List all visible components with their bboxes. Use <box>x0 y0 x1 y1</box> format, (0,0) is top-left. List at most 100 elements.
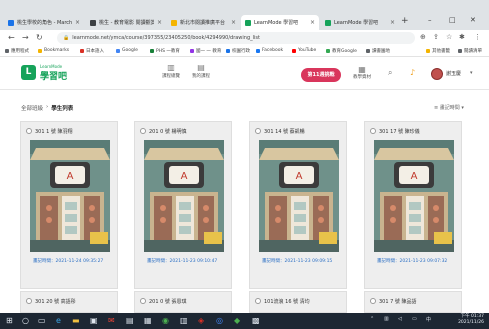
file-explorer-icon[interactable]: ▬ <box>72 316 80 325</box>
close-icon[interactable]: × <box>390 19 395 26</box>
browser-tab-3[interactable]: 新北市閱讀推廣平台 × <box>167 15 240 30</box>
bookmark-favicon-icon <box>226 49 230 53</box>
app-icon[interactable]: ◉ <box>162 316 169 325</box>
network-icon[interactable]: ▥ <box>384 316 389 322</box>
app-icon[interactable]: ▥ <box>180 316 188 325</box>
app-icon[interactable]: ▩ <box>252 316 260 325</box>
bookmark-item[interactable]: 讀書園地 <box>366 48 390 54</box>
book-icon: ▥ <box>167 63 175 72</box>
browser-tab-5[interactable]: LearnMode 學習吧 × <box>321 15 399 30</box>
drawing-thumbnail[interactable]: A <box>144 140 224 252</box>
user-name[interactable]: 謝玉慶 <box>446 70 461 77</box>
chrome-icon[interactable]: ◎ <box>216 316 223 325</box>
select-radio[interactable] <box>255 128 261 134</box>
student-name: 301 7 號 陳品語 <box>379 299 417 305</box>
bookmark-item[interactable]: 其他書籤 <box>426 48 450 54</box>
volume-icon[interactable]: ◁ <box>398 316 402 322</box>
bookmark-item[interactable]: PHS 一教育 <box>150 48 180 54</box>
student-card[interactable]: 101流浪 16 號 清均 <box>249 291 347 313</box>
back-icon[interactable]: ← <box>8 33 15 42</box>
nav-course-overview[interactable]: ▥ 課程總覽 <box>158 63 184 79</box>
reload-icon[interactable]: ↻ <box>36 33 43 42</box>
tab-favicon-icon <box>245 19 251 26</box>
search-icon[interactable]: ○ <box>22 316 29 325</box>
bookmark-item[interactable]: Google <box>116 48 138 53</box>
sort-dropdown[interactable]: ≡ 畫記時間 ▾ <box>434 104 464 111</box>
url-text: learnmode.net/ymca/course/397355/2340525… <box>72 35 260 41</box>
edge-browser-icon[interactable]: e <box>56 316 61 325</box>
store-icon[interactable]: ▣ <box>90 316 98 325</box>
weekly-challenge-button[interactable]: 第11週挑戰 <box>301 68 341 82</box>
storefront-illustration-icon: A <box>144 140 224 252</box>
app-icon[interactable]: ▦ <box>144 316 152 325</box>
task-view-icon[interactable]: ▭ <box>38 316 46 325</box>
student-card[interactable]: 301 20 號 高語彤 <box>20 291 118 313</box>
lock-icon: 🔒 <box>63 35 70 41</box>
minimize-icon[interactable]: – <box>428 16 432 24</box>
url-bar[interactable]: 🔒 learnmode.net/ymca/course/397355/23405… <box>57 32 415 44</box>
select-radio[interactable] <box>26 128 32 134</box>
tab-favicon-icon <box>325 19 331 26</box>
drawing-thumbnail[interactable]: A <box>374 140 454 252</box>
nav-teaching-materials[interactable]: ▦ 教學資材 <box>350 65 374 80</box>
bookmark-item[interactable]: Facebook <box>256 48 283 53</box>
share-icon[interactable]: ⇪ <box>433 33 439 41</box>
bookmark-item[interactable]: 國一 一 教育 <box>190 48 221 54</box>
student-card[interactable]: 201 0 號 張恩琪 <box>134 291 232 313</box>
select-radio[interactable] <box>140 298 146 304</box>
student-card[interactable]: 301 14 號 蔡凱暢 A 畫記時間：2021-11-23 09:09:15 <box>249 121 347 289</box>
select-radio[interactable] <box>370 298 376 304</box>
new-tab-button[interactable]: + <box>401 16 409 26</box>
bookmark-item[interactable]: YouTube <box>292 48 316 53</box>
taskbar-clock[interactable]: 下午 01:37 2021/11/26 <box>444 314 484 326</box>
svg-text:A: A <box>181 171 188 182</box>
close-icon[interactable]: × <box>231 19 236 26</box>
extensions-icon[interactable]: ✱ <box>459 33 465 41</box>
drawing-thumbnail[interactable]: A <box>259 140 339 252</box>
student-card[interactable]: 301 1 號 陳羽翔 A 畫記時間：2021-11-24 09:35:27 <box>20 121 118 289</box>
app-icon[interactable]: ◆ <box>234 316 240 325</box>
student-card[interactable]: 201 0 號 楊明慎 A 畫記時間：2021-11-23 09:10:47 <box>134 121 232 289</box>
browser-tab-1[interactable]: 桃生學校的角色 - March × <box>4 15 84 30</box>
notification-bell-icon[interactable]: ♪ <box>410 68 415 77</box>
select-radio[interactable] <box>255 298 261 304</box>
avatar[interactable] <box>431 68 443 80</box>
browser-tab-2[interactable]: 桃生 - 教育電影 閱讀觀賞 × <box>86 15 166 30</box>
student-card[interactable]: 301 7 號 陳品語 <box>364 291 462 313</box>
select-radio[interactable] <box>26 298 32 304</box>
select-radio[interactable] <box>140 128 146 134</box>
windows-start-icon[interactable]: ⊞ <box>6 316 13 325</box>
search-icon[interactable]: ⌕ <box>388 68 392 78</box>
chevron-down-icon[interactable]: ▾ <box>470 70 473 76</box>
logo-text[interactable]: 學習吧 <box>40 69 67 82</box>
bookmark-item[interactable]: 日本語入 <box>80 48 104 54</box>
bookmark-item[interactable]: 教育Google <box>326 48 357 54</box>
close-icon[interactable]: × <box>75 19 80 26</box>
bookmark-item[interactable]: 閱讀清單 <box>458 48 482 54</box>
browser-tab-4-active[interactable]: LearnMode 學習吧 × <box>241 15 319 30</box>
bookmark-item[interactable]: 校園行政 <box>226 48 250 54</box>
forward-icon[interactable]: → <box>22 33 29 42</box>
battery-icon[interactable]: ▭ <box>412 316 417 322</box>
learnmode-logo-icon[interactable]: L <box>21 65 36 80</box>
select-radio[interactable] <box>370 128 376 134</box>
bookmark-star-icon[interactable]: ☆ <box>446 33 452 41</box>
drawing-thumbnail[interactable]: A <box>30 140 110 252</box>
app-icon[interactable]: ◈ <box>198 316 204 325</box>
breadcrumb-all-classes[interactable]: 全部班級 <box>21 104 43 112</box>
chevron-up-icon[interactable]: ⌃ <box>370 316 374 322</box>
student-card[interactable]: 301 17 號 陳珍儀 A 畫記時間：2021-11-23 09:07:32 <box>364 121 462 289</box>
maximize-icon[interactable]: □ <box>449 16 456 24</box>
app-icon[interactable]: ▤ <box>126 316 134 325</box>
close-icon[interactable]: × <box>310 19 315 26</box>
ime-icon[interactable]: 中 <box>426 316 431 323</box>
chevron-down-icon: ▾ <box>459 105 464 111</box>
bookmark-item[interactable]: 應用程式 <box>5 48 29 54</box>
zoom-icon[interactable]: ⊕ <box>420 33 426 41</box>
bookmark-item[interactable]: Bookmarks <box>38 48 69 53</box>
nav-my-courses[interactable]: ▤ 我的課程 <box>188 63 214 79</box>
mail-icon[interactable]: ✉ <box>108 316 115 325</box>
close-icon[interactable]: × <box>157 19 162 26</box>
menu-dots-icon[interactable]: ⋮ <box>474 33 481 41</box>
window-close-icon[interactable]: ✕ <box>470 16 476 24</box>
